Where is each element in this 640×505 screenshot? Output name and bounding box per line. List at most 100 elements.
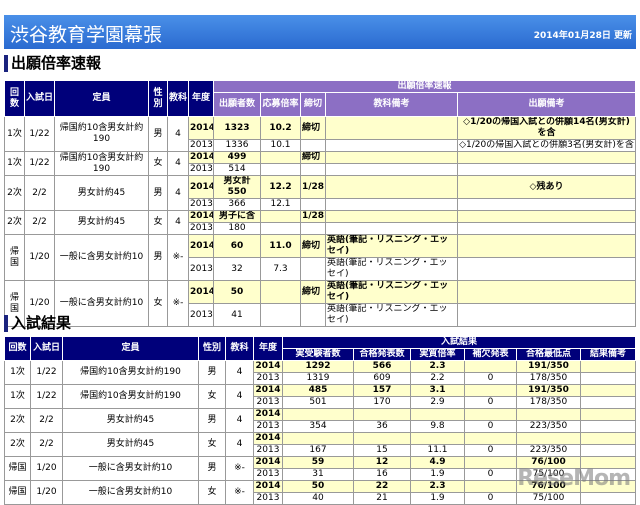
school-header: 渋谷教育学園幕張 2014年01月28日 更新 bbox=[4, 15, 636, 49]
cell-ratio bbox=[410, 432, 465, 445]
cell-applicants: 1336 bbox=[213, 139, 261, 152]
cell-year: 2014 bbox=[188, 151, 214, 164]
header-subjects: 教科 bbox=[225, 336, 254, 361]
header-round: 回数 bbox=[4, 80, 25, 117]
cell-min-score: 178/350 bbox=[516, 372, 581, 385]
cell-subject-note bbox=[325, 116, 458, 140]
table-row: 1次 1/22 帰国約10含男女計約190 女 4 2014 485 157 3.1 191/35… bbox=[4, 384, 636, 409]
cell-passed bbox=[353, 408, 411, 421]
cell-deadline: 締切 bbox=[300, 151, 326, 164]
table-row: 帰国 1/20 一般に含男女計約10 女 ※- 2014 50 締切 英語(筆記・リスニング・エ… bbox=[4, 280, 636, 327]
cell-round: 帰国 bbox=[4, 480, 31, 505]
cell-applicants: 41 bbox=[213, 303, 261, 327]
cell-year: 2013 bbox=[253, 396, 283, 409]
cell-examinees: 59 bbox=[282, 456, 354, 469]
header-gender: 性別 bbox=[198, 336, 226, 361]
cell-note bbox=[457, 257, 636, 281]
cell-round: 2次 bbox=[4, 210, 25, 235]
cell-ratio: 10.1 bbox=[260, 139, 301, 152]
cell-ratio: 2.3 bbox=[410, 480, 465, 493]
cell-ratio: 2.3 bbox=[410, 360, 465, 373]
cell-round: 1次 bbox=[4, 116, 25, 152]
cell-passed: 36 bbox=[353, 420, 411, 433]
cell-date: 2/2 bbox=[24, 210, 55, 235]
cell-subjects: 4 bbox=[225, 384, 254, 409]
table-row: 2次 2/2 男女計約45 女 4 2014 男子に含 1/28 bbox=[4, 210, 636, 235]
cell-capacity: 男女計約45 bbox=[62, 408, 199, 433]
cell-subjects: 4 bbox=[167, 151, 189, 176]
cell-passed: 566 bbox=[353, 360, 411, 373]
header-examinees: 実受験者数 bbox=[282, 348, 354, 361]
header-subject-note: 教科備考 bbox=[325, 92, 458, 117]
cell-ratio bbox=[260, 303, 301, 327]
cell-gender: 女 bbox=[148, 210, 168, 235]
cell-year: 2013 bbox=[188, 139, 214, 152]
cell-year: 2013 bbox=[253, 420, 283, 433]
cell-note bbox=[457, 222, 636, 235]
cell-gender: 男 bbox=[198, 360, 226, 385]
header-group: 入試結果 bbox=[282, 336, 636, 349]
cell-date: 1/20 bbox=[30, 480, 63, 505]
cell-round: 帰国 bbox=[4, 234, 25, 281]
cell-note bbox=[580, 432, 636, 445]
cell-subject-note bbox=[325, 210, 458, 223]
cell-subjects: 4 bbox=[225, 432, 254, 457]
cell-gender: 男 bbox=[148, 116, 168, 152]
cell-ratio: 2.9 bbox=[410, 396, 465, 409]
cell-note bbox=[580, 384, 636, 397]
cell-ratio bbox=[410, 408, 465, 421]
cell-year: 2014 bbox=[253, 408, 283, 421]
cell-subjects: 4 bbox=[225, 408, 254, 433]
cell-date: 1/20 bbox=[24, 234, 55, 281]
cell-date: 1/20 bbox=[30, 456, 63, 481]
cell-capacity: 帰国約10含男女計約190 bbox=[54, 116, 149, 152]
cell-examinees bbox=[282, 408, 354, 421]
header-capacity: 定員 bbox=[62, 336, 199, 361]
table-row: 帰国 1/20 一般に含男女計約10 男 ※- 2014 60 11.0 締切 英語(筆記・リスニ… bbox=[4, 234, 636, 281]
cell-examinees bbox=[282, 432, 354, 445]
cell-capacity: 男女計約45 bbox=[54, 175, 149, 211]
cell-applicants: 1323 bbox=[213, 116, 261, 140]
cell-note bbox=[580, 444, 636, 457]
cell-passed: 12 bbox=[353, 456, 411, 469]
cell-waitlist bbox=[464, 456, 517, 469]
cell-note bbox=[457, 303, 636, 327]
cell-waitlist bbox=[464, 432, 517, 445]
cell-year: 2014 bbox=[253, 360, 283, 373]
cell-min-score bbox=[516, 432, 581, 445]
cell-year: 2013 bbox=[253, 492, 283, 505]
cell-capacity: 帰国約10含男女計約190 bbox=[62, 384, 199, 409]
cell-waitlist: 0 bbox=[464, 444, 517, 457]
cell-ratio bbox=[260, 151, 301, 164]
cell-capacity: 一般に含男女計約10 bbox=[54, 234, 149, 281]
cell-round: 帰国 bbox=[4, 456, 31, 481]
cell-date: 2/2 bbox=[30, 432, 63, 457]
section-title-applications: 出願倍率速報 bbox=[4, 55, 101, 72]
header-min-score: 合格最低点 bbox=[516, 348, 581, 361]
cell-subjects: ※- bbox=[167, 234, 189, 281]
cell-passed: 157 bbox=[353, 384, 411, 397]
cell-subject-note bbox=[325, 163, 458, 176]
cell-subject-note: 英語(筆記・リスニング・エッセイ) bbox=[325, 303, 458, 327]
cell-deadline bbox=[300, 198, 326, 211]
cell-capacity: 一般に含男女計約10 bbox=[62, 480, 199, 505]
cell-applicants: 60 bbox=[213, 234, 261, 258]
cell-passed: 21 bbox=[353, 492, 411, 505]
cell-passed bbox=[353, 432, 411, 445]
cell-waitlist bbox=[464, 360, 517, 373]
cell-note bbox=[457, 210, 636, 223]
cell-round: 1次 bbox=[4, 360, 31, 385]
cell-round: 2次 bbox=[4, 432, 31, 457]
cell-passed: 609 bbox=[353, 372, 411, 385]
cell-year: 2013 bbox=[188, 222, 214, 235]
school-name: 渋谷教育学園幕張 bbox=[10, 24, 163, 46]
cell-subjects: ※- bbox=[225, 456, 254, 481]
table-row: 2次 2/2 男女計約45 女 4 2014 bbox=[4, 432, 636, 457]
cell-gender: 男 bbox=[148, 175, 168, 211]
cell-gender: 女 bbox=[198, 432, 226, 457]
header-subjects: 教科 bbox=[167, 80, 189, 117]
cell-examinees: 501 bbox=[282, 396, 354, 409]
cell-note bbox=[580, 360, 636, 373]
cell-ratio bbox=[260, 210, 301, 223]
cell-ratio: 11.0 bbox=[260, 234, 301, 258]
